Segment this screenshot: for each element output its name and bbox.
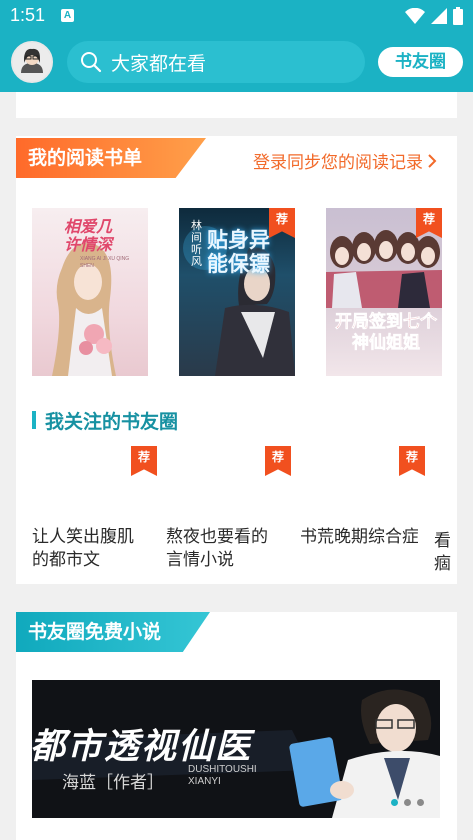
banner-title: 都市透视仙医 bbox=[32, 726, 253, 767]
book-cover-2-author: 林间听风 bbox=[191, 219, 202, 268]
circle-item-1[interactable]: 荐 让人笑出腹肌的都市文 bbox=[32, 446, 157, 586]
circle-item-3[interactable]: 荐 书荒晚期综合症的特效药… bbox=[300, 446, 425, 586]
search-bar[interactable]: 大家都在看 bbox=[67, 41, 365, 83]
circle-item-2-name: 熬夜也要看的言情小说 bbox=[166, 527, 268, 570]
wifi-icon bbox=[405, 8, 425, 24]
carousel-dot-3[interactable] bbox=[417, 799, 424, 806]
recommended-badge: 荐 bbox=[399, 446, 425, 476]
status-bar: 1:51 A bbox=[0, 0, 473, 32]
carousel-dot-2[interactable] bbox=[404, 799, 411, 806]
followed-circles-title: 我关注的书友圈 bbox=[45, 410, 179, 433]
user-avatar-icon bbox=[13, 43, 51, 81]
carousel-dot-1[interactable] bbox=[391, 799, 398, 806]
book-cover-3-title: 开局签到七个神仙姐姐 bbox=[335, 312, 438, 354]
login-sync-label: 登录同步您的阅读记录 bbox=[253, 153, 423, 173]
free-novel-banner[interactable]: 都市透视仙医 海蓝［作者］ DUSHITOUSHI XIANYI bbox=[32, 680, 440, 818]
chevron-right-icon bbox=[428, 153, 437, 168]
book-cover-3[interactable]: 开局签到七个神仙姐姐 荐 bbox=[326, 208, 442, 376]
free-novels-title: 书友圈免费小说 bbox=[16, 612, 210, 652]
followed-circles-heading: 我关注的书友圈 bbox=[32, 408, 179, 433]
circle-item-4-partial-2: 痼 bbox=[434, 554, 451, 574]
search-icon bbox=[81, 52, 102, 73]
login-sync-link[interactable]: 登录同步您的阅读记录 bbox=[253, 148, 437, 173]
book-friends-button[interactable]: 书友圈 bbox=[378, 47, 463, 77]
circle-item-2[interactable]: 荐 熬夜也要看的言情小说 bbox=[166, 446, 291, 586]
status-time: 1:51 bbox=[10, 5, 46, 25]
circle-item-4-partial[interactable]: 看 bbox=[434, 526, 451, 551]
recommended-badge: 荐 bbox=[131, 446, 157, 476]
book-cover-1[interactable]: 相爱几许情深 XIANG AI JI XU QING SHEN bbox=[32, 208, 148, 376]
banner-pinyin: DUSHITOUSHI XIANYI bbox=[188, 764, 257, 787]
reading-list-card: 我的阅读书单 登录同步您的阅读记录 相爱几许情深 XIANG AI JI XU … bbox=[16, 136, 457, 584]
search-placeholder: 大家都在看 bbox=[111, 52, 207, 75]
previous-card-bottom bbox=[16, 92, 457, 118]
circle-item-1-name: 让人笑出腹肌的都市文 bbox=[32, 527, 134, 570]
notification-icon: A bbox=[61, 9, 74, 22]
signal-icon bbox=[431, 8, 447, 24]
heading-accent-bar bbox=[32, 411, 36, 429]
book-cover-1-pinyin: XIANG AI JI XU QING SHEN bbox=[80, 256, 130, 269]
top-bar: 大家都在看 书友圈 bbox=[0, 32, 473, 92]
battery-icon bbox=[453, 7, 463, 25]
book-cover-2[interactable]: 林间听风 贴身异能保镖 荐 bbox=[179, 208, 295, 376]
circle-item-3-name: 书荒晚期综合症的特效药… bbox=[300, 527, 418, 547]
banner-author: 海蓝［作者］ bbox=[62, 773, 164, 793]
avatar[interactable] bbox=[11, 41, 53, 83]
reading-list-title: 我的阅读书单 bbox=[16, 138, 206, 178]
book-cover-1-title: 相爱几许情深 bbox=[64, 217, 113, 254]
free-novels-card: 书友圈免费小说 都市透视仙医 海蓝［作者］ DUSHITOUSHI XIANYI bbox=[16, 612, 457, 840]
book-cover-2-title: 贴身异能保镖 bbox=[207, 228, 270, 276]
carousel-dots[interactable] bbox=[391, 799, 424, 806]
recommended-badge: 荐 bbox=[265, 446, 291, 476]
